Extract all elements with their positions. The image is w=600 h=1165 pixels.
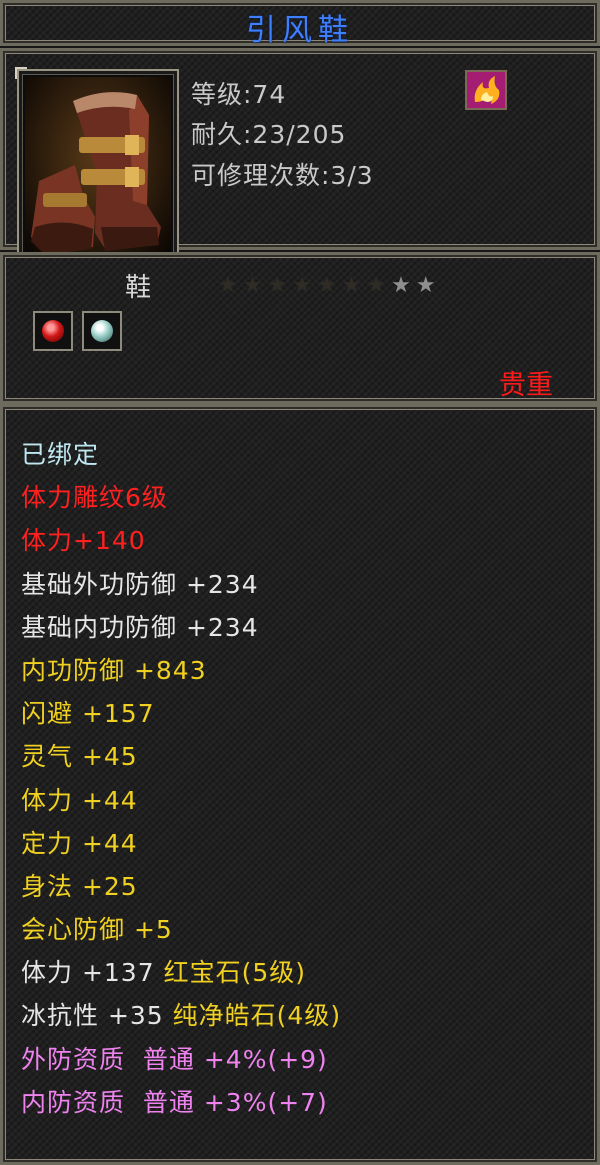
attribute-line: 灵气 +45 bbox=[21, 742, 138, 772]
attribute-stat: 体力 +137 bbox=[21, 958, 164, 988]
attribute-stat: 冰抗性 +35 bbox=[21, 1001, 173, 1031]
title-bar: 引风鞋 bbox=[0, 0, 600, 48]
star-rating: ★★★★★★★★★ bbox=[218, 273, 441, 298]
attribute-line: 会心防御 +5 bbox=[21, 915, 173, 945]
attribute-line: 基础外功防御 +234 bbox=[21, 569, 259, 599]
attribute-list: 已绑定体力雕纹6级 体力+140 基础外功防御 +234 基础内功防御 +234 内功防… bbox=[21, 433, 341, 1124]
item-type-panel: 鞋 ★★★★★★★★★ 贵重 bbox=[0, 252, 600, 404]
attribute-line: 外防资质 普通 +4%(+9) bbox=[21, 1044, 328, 1074]
attribute-line: 已绑定 bbox=[21, 440, 100, 469]
item-durability: 耐久:23/205 bbox=[191, 120, 347, 149]
attribute-line: 冰抗性 +35 纯净皓石(4级) bbox=[21, 994, 341, 1037]
rarity-label: 贵重 bbox=[499, 370, 553, 401]
boots-icon bbox=[15, 67, 181, 283]
attribute-line: 体力 +137 红宝石(5级) bbox=[21, 951, 341, 994]
attribute-line: 内防资质 普通 +3%(+7) bbox=[21, 1087, 328, 1117]
white-gem-icon[interactable] bbox=[82, 311, 122, 351]
item-level: 等级:74 bbox=[191, 80, 287, 109]
attribute-line: 体力雕纹6级 bbox=[21, 483, 168, 513]
flame-skill-icon[interactable] bbox=[465, 70, 507, 110]
attribute-line: 体力 +44 bbox=[21, 785, 138, 815]
attributes-panel: 已绑定体力雕纹6级 体力+140 基础外功防御 +234 基础内功防御 +234 内功防… bbox=[0, 404, 600, 1165]
star-icon: ★ bbox=[341, 273, 367, 298]
star-icon: ★ bbox=[218, 273, 243, 298]
star-icon: ★ bbox=[366, 273, 392, 298]
star-icon: ★ bbox=[415, 273, 441, 298]
attribute-line: 身法 +25 bbox=[21, 871, 138, 901]
item-name: 引风鞋 bbox=[246, 13, 354, 48]
attribute-line: 内功防御 +843 bbox=[21, 655, 207, 685]
star-icon: ★ bbox=[316, 273, 342, 298]
attribute-line: 体力+140 bbox=[21, 526, 146, 556]
attribute-line: 基础内功防御 +234 bbox=[21, 612, 259, 642]
red-gem-icon[interactable] bbox=[33, 311, 73, 351]
star-icon: ★ bbox=[391, 273, 416, 298]
repair-count: 可修理次数:3/3 bbox=[191, 161, 374, 190]
item-header: 等级:74 耐久:23/205 可修理次数:3/3 bbox=[0, 48, 600, 283]
star-icon: ★ bbox=[292, 273, 317, 298]
item-type: 鞋 bbox=[125, 273, 152, 303]
attribute-line: 闪避 +157 bbox=[21, 699, 155, 729]
attribute-gem: 纯净皓石(4级) bbox=[172, 1001, 342, 1031]
attribute-line: 定力 +44 bbox=[21, 828, 138, 858]
star-icon: ★ bbox=[267, 273, 293, 298]
star-icon: ★ bbox=[242, 273, 268, 298]
attribute-gem: 红宝石(5级) bbox=[163, 958, 306, 988]
